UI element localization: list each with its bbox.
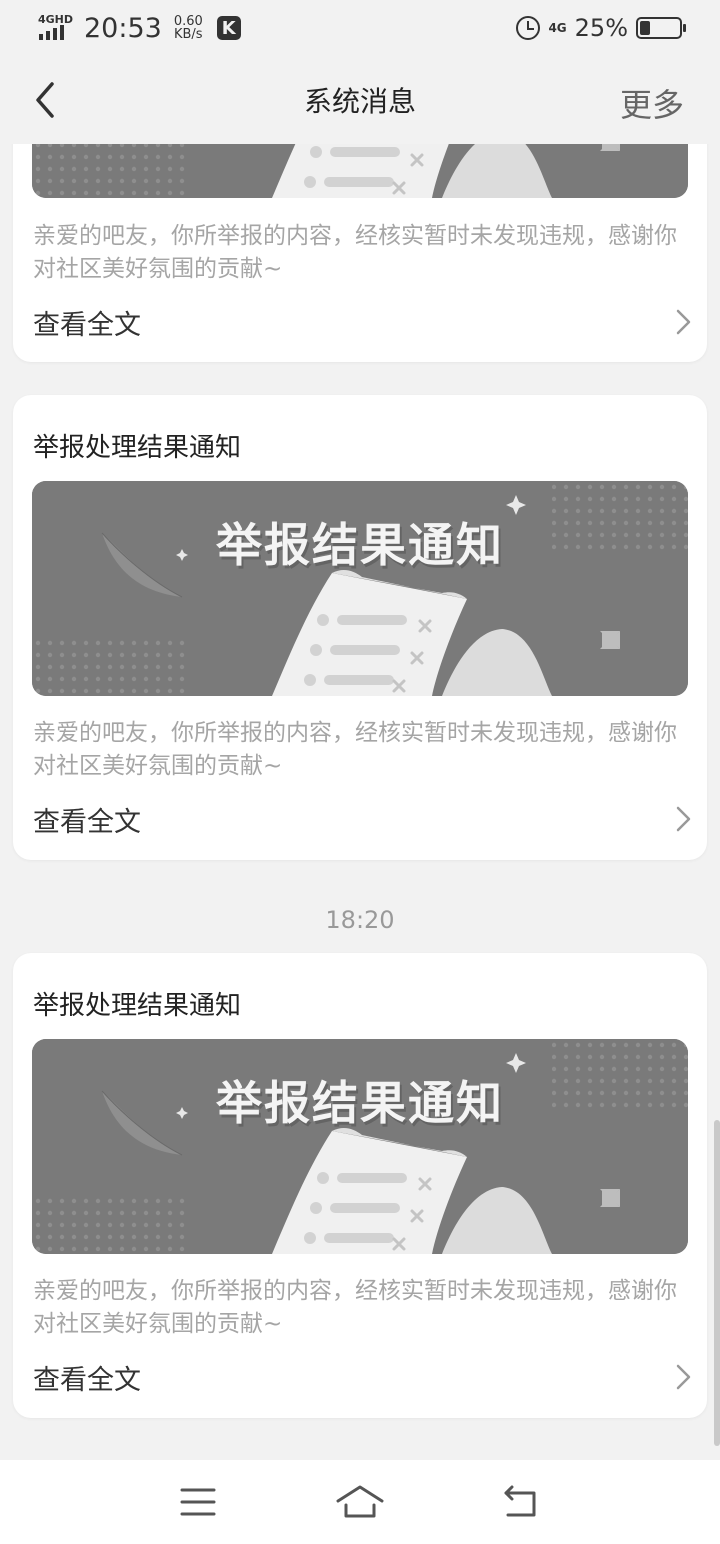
view-full-text-button[interactable]: 查看全文	[33, 797, 693, 841]
battery-percent: 25%	[574, 14, 628, 42]
home-icon	[336, 1485, 384, 1518]
back-nav-button[interactable]	[502, 1484, 542, 1520]
banner-image: 举报结果通知	[32, 1039, 688, 1254]
message-title: 举报处理结果通知	[33, 433, 242, 463]
banner-image: 举报结果通知	[32, 481, 688, 696]
banner-image	[32, 144, 688, 198]
view-full-text-button[interactable]: 查看全文	[33, 1355, 693, 1399]
menu-icon	[180, 1488, 216, 1516]
network-type: 4GHD	[38, 13, 74, 26]
view-full-text-label: 查看全文	[33, 806, 141, 838]
page-title: 系统消息	[303, 85, 416, 118]
status-time: 20:53	[84, 12, 162, 44]
nav-bar: 系统消息 更多	[0, 56, 720, 144]
message-description: 亲爱的吧友，你所举报的内容，经核实暂时未发现违规，感谢你对社区美好氛围的贡献~	[33, 720, 677, 779]
chevron-right-icon	[676, 309, 691, 335]
banner-title: 举报结果通知	[216, 518, 504, 572]
message-description: 亲爱的吧友，你所举报的内容，经核实暂时未发现违规，感谢你对社区美好氛围的贡献~	[33, 223, 677, 282]
chevron-left-icon	[36, 82, 54, 118]
system-navigation-bar	[0, 1460, 720, 1544]
banner-title: 举报结果通知	[216, 1076, 504, 1130]
network-speed: 0.60 KB/s	[174, 15, 203, 41]
signal-icon: 4GHD	[38, 13, 74, 42]
message-card[interactable]: 举报处理结果通知 举报结果通知 亲爱的吧友，你所举报的内容，经核实暂时未发现违规…	[13, 953, 707, 1418]
view-full-text-label: 查看全文	[33, 309, 141, 341]
screen: 4GHD 20:53 0.60 KB/s K 4G 25% 系统消息 更多 亲爱…	[0, 0, 720, 1544]
message-card[interactable]: 举报处理结果通知 举报结果通知 亲爱的吧友，你所举报的内容，经核实暂时未发现违规…	[13, 395, 707, 860]
speed-unit: KB/s	[173, 27, 203, 42]
back-button[interactable]	[28, 76, 68, 124]
message-list[interactable]: 亲爱的吧友，你所举报的内容，经核实暂时未发现违规，感谢你对社区美好氛围的贡献~ …	[0, 144, 720, 1460]
app-notification-icon: K	[216, 16, 241, 40]
status-right: 4G 25%	[516, 14, 686, 42]
home-button[interactable]	[334, 1483, 386, 1521]
more-button[interactable]: 更多	[620, 80, 684, 126]
message-title: 举报处理结果通知	[33, 991, 242, 1021]
view-full-text-button[interactable]: 查看全文	[33, 300, 693, 344]
view-full-text-label: 查看全文	[33, 1364, 141, 1396]
battery-icon	[636, 17, 686, 39]
chevron-right-icon	[676, 806, 691, 832]
time-separator: 18:20	[325, 906, 395, 934]
back-icon	[504, 1485, 536, 1517]
message-card[interactable]: 亲爱的吧友，你所举报的内容，经核实暂时未发现违规，感谢你对社区美好氛围的贡献~ …	[13, 144, 707, 362]
alarm-icon	[516, 16, 541, 40]
scrollbar[interactable]	[714, 1120, 720, 1446]
message-description: 亲爱的吧友，你所举报的内容，经核实暂时未发现违规，感谢你对社区美好氛围的贡献~	[33, 1278, 677, 1337]
menu-button[interactable]	[178, 1484, 218, 1520]
status-left: 4GHD 20:53 0.60 KB/s K	[38, 13, 241, 44]
chevron-right-icon	[676, 1364, 691, 1390]
network-type-2: 4G	[548, 21, 567, 35]
banner-illustration	[32, 144, 688, 198]
status-bar: 4GHD 20:53 0.60 KB/s K 4G 25%	[0, 0, 720, 56]
